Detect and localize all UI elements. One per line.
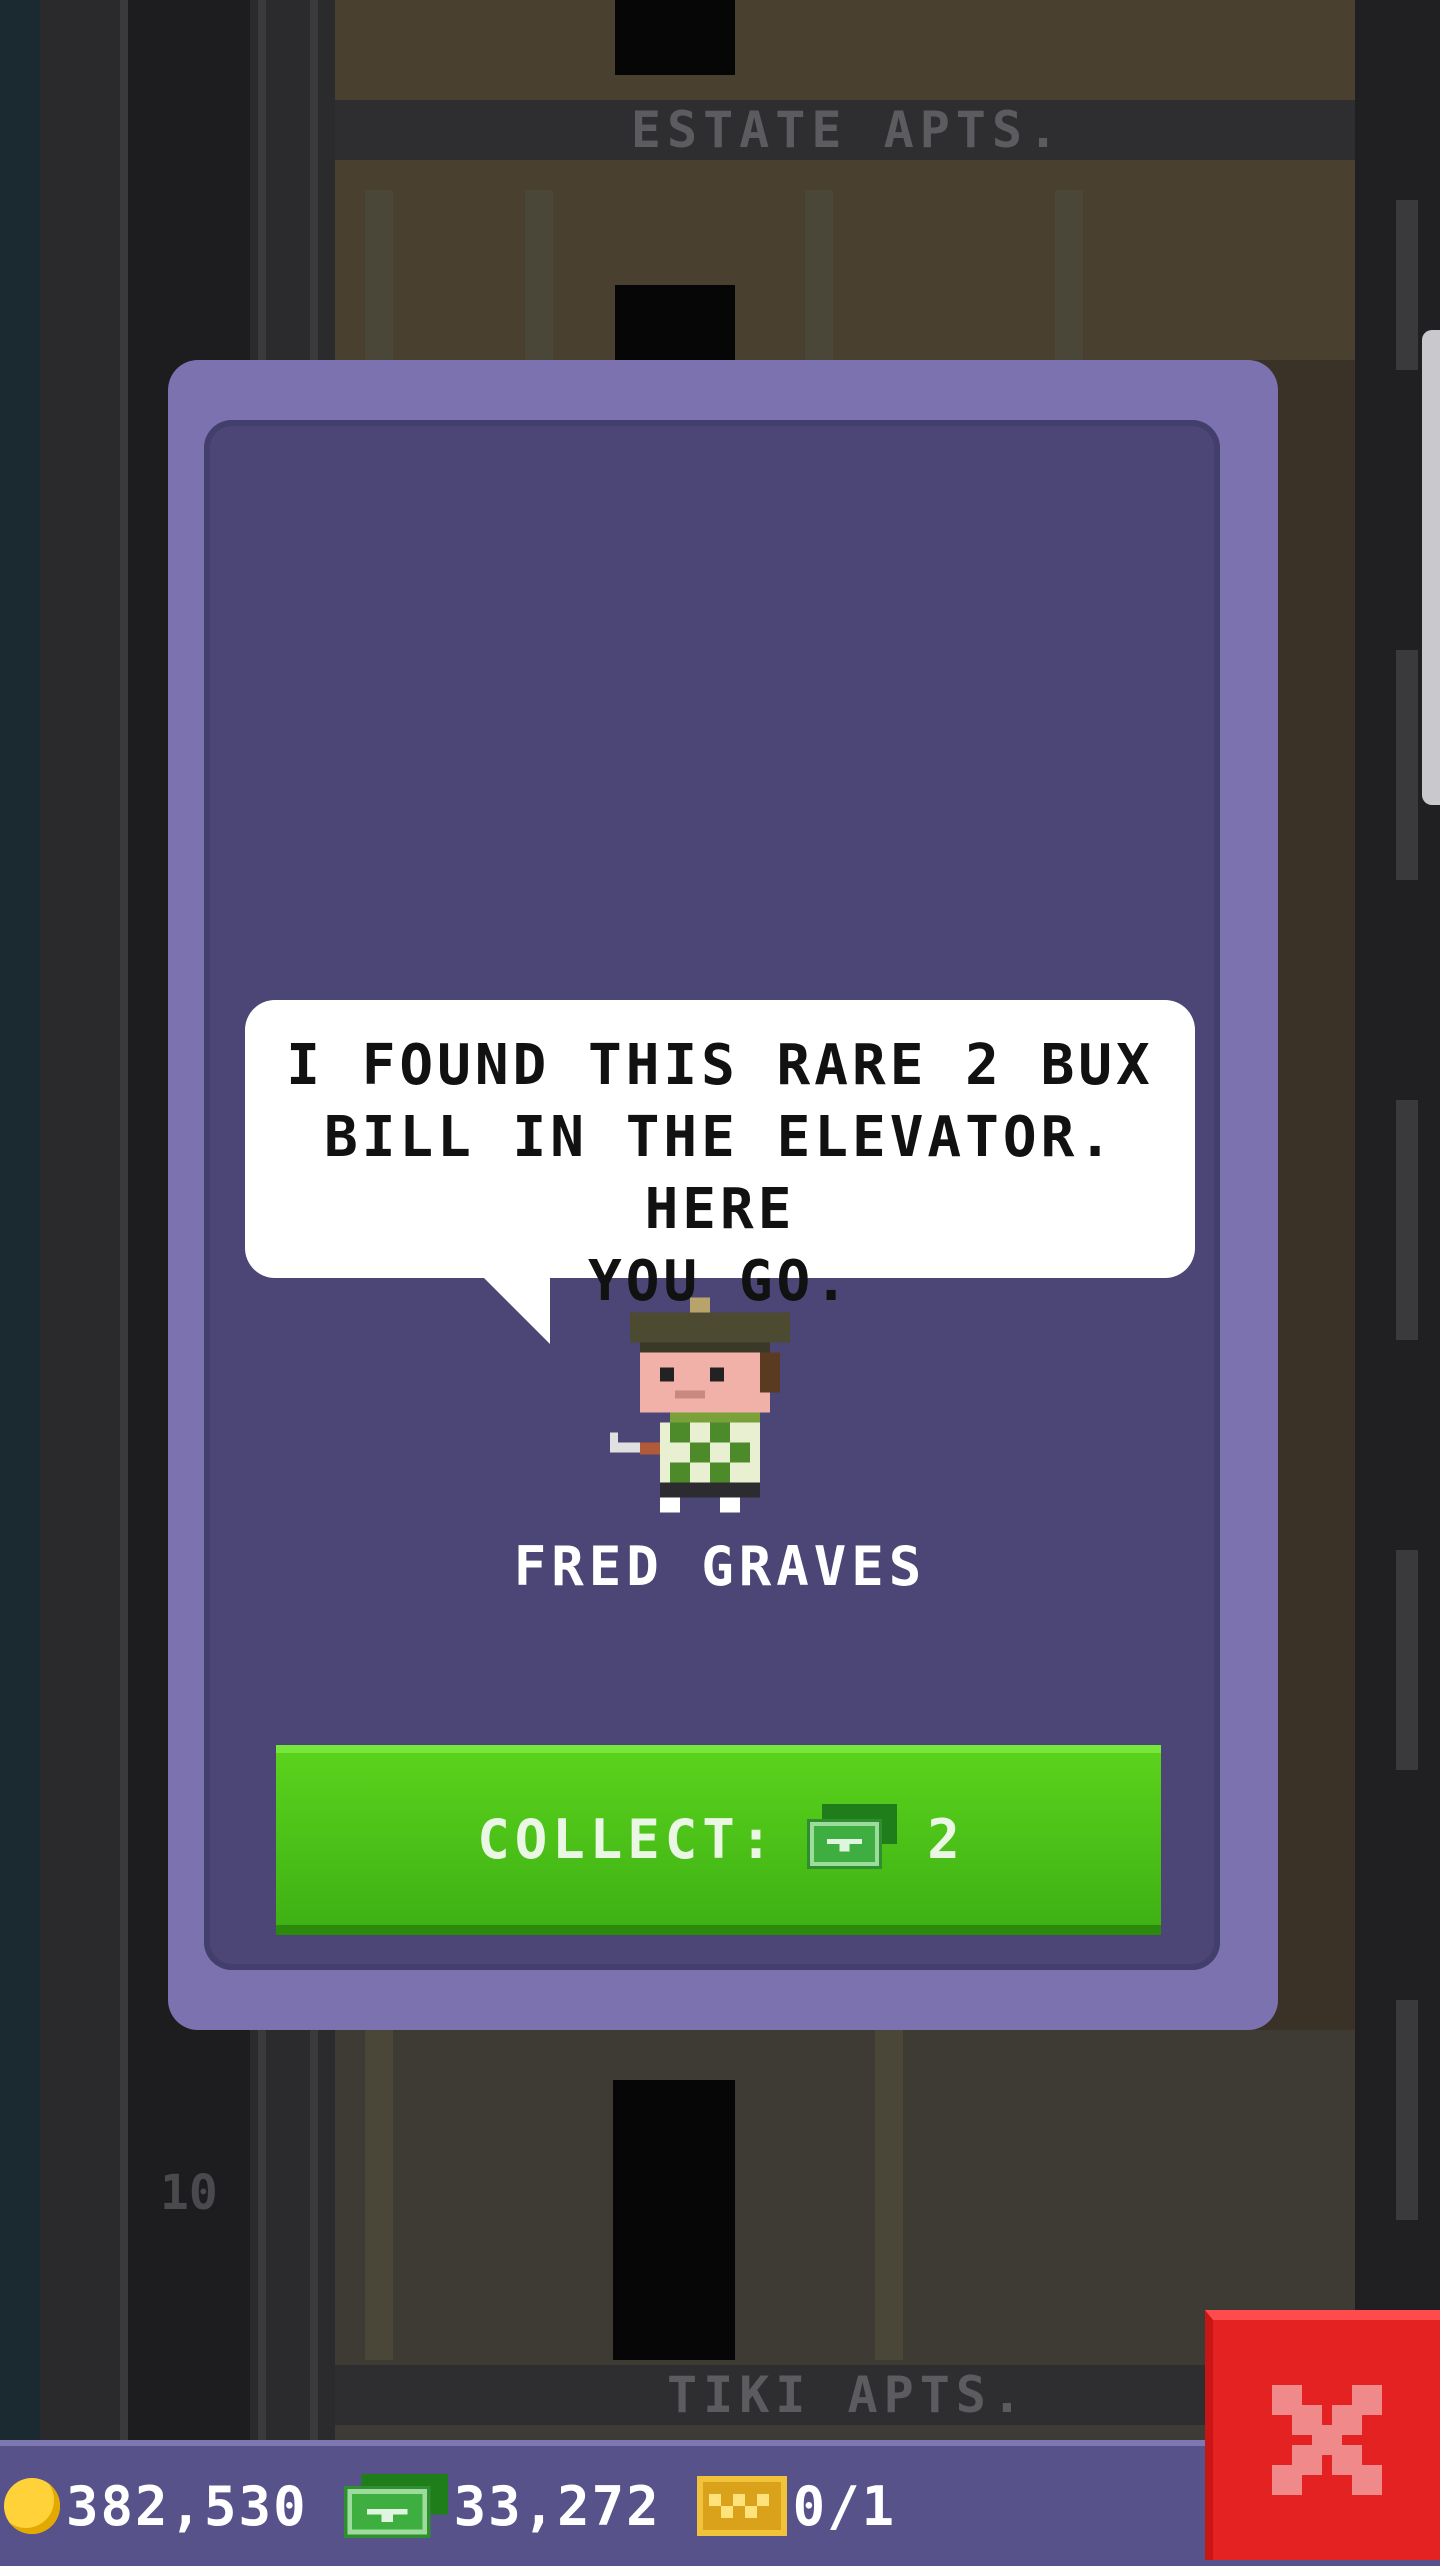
collect-label: COLLECT:: [477, 1807, 778, 1871]
close-button[interactable]: [1205, 2310, 1440, 2560]
pillar: [365, 2030, 393, 2360]
pillar: [805, 190, 833, 360]
speech-bubble: I FOUND THIS RARE 2 BUX BILL IN THE ELEV…: [245, 1000, 1195, 1314]
wall-slot: [1396, 200, 1418, 370]
wall-slot: [1396, 2000, 1418, 2220]
vip-value: 0/1: [792, 2474, 897, 2538]
pillar: [875, 2030, 903, 2360]
close-icon: [1271, 2385, 1382, 2495]
wall-slot: [1396, 1100, 1418, 1340]
bux-value: 33,272: [453, 2474, 661, 2538]
floor-door: [615, 0, 735, 75]
wall-slot: [1396, 650, 1418, 880]
character-sprite: [610, 1297, 790, 1513]
character-name: FRED GRAVES: [513, 1535, 927, 1598]
floor-estate: ESTATE APTS.: [335, 0, 1360, 360]
collect-amount: 2: [927, 1807, 960, 1871]
side-drawer-handle[interactable]: [1422, 330, 1440, 805]
pillar: [525, 190, 553, 360]
bux-stat[interactable]: 33,272: [343, 2474, 661, 2538]
floor-door: [615, 285, 735, 360]
pillar: [1055, 190, 1083, 360]
vip-stat[interactable]: 0/1: [696, 2474, 897, 2538]
coin-icon: [4, 2478, 60, 2534]
bux-bill-icon: [807, 1804, 898, 1869]
floor-number: 10: [160, 2165, 218, 2221]
pillar: [365, 190, 393, 360]
bux-icon: [343, 2474, 448, 2538]
collect-button[interactable]: COLLECT: 2: [276, 1745, 1161, 1935]
speech-bubble-tail: [480, 1274, 550, 1344]
coins-stat[interactable]: 382,530: [4, 2475, 308, 2538]
vip-ticket-icon: [696, 2476, 787, 2536]
floor-door: [613, 2080, 735, 2360]
floor-sign-estate: ESTATE APTS.: [335, 100, 1360, 160]
coins-value: 382,530: [66, 2474, 308, 2538]
shaft-rail: [120, 0, 128, 2440]
speech-text: I FOUND THIS RARE 2 BUX BILL IN THE ELEV…: [286, 1033, 1154, 1314]
